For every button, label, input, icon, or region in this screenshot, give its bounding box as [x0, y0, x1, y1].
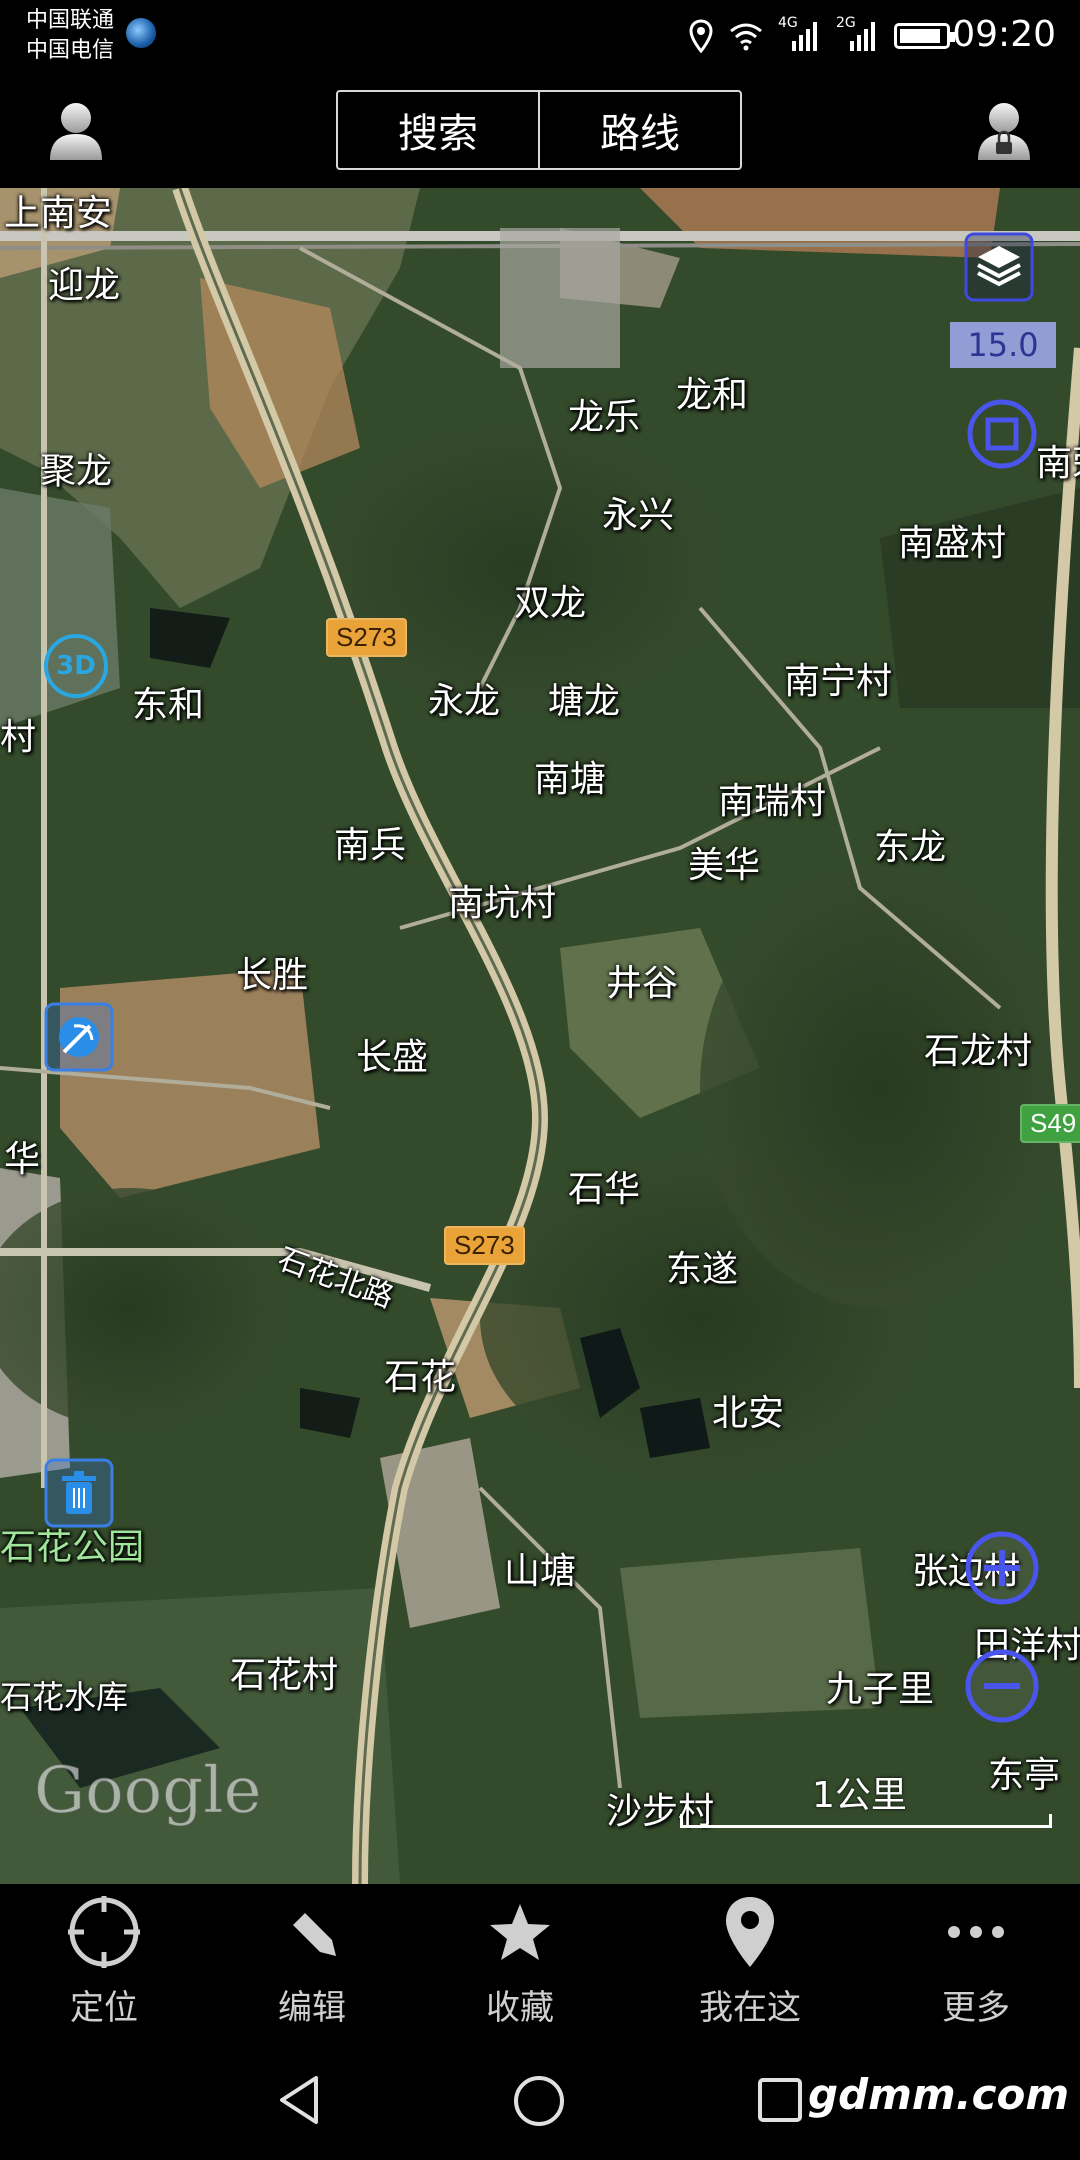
place-label: 东遂 [666, 1249, 739, 1290]
carrier-1: 中国联通 [26, 8, 115, 33]
nav-locate[interactable]: 定位 [44, 1884, 164, 2040]
zoom-out-button[interactable] [964, 1648, 1040, 1724]
measure-area-button[interactable] [966, 398, 1038, 470]
nav-more[interactable]: 更多 [916, 1884, 1036, 2040]
map-pin-icon [726, 1897, 774, 1967]
nav-label: 更多 [942, 1988, 1010, 2028]
star-icon [490, 1904, 550, 1960]
clock: 09:20 [952, 14, 1056, 55]
place-label: 东和 [132, 685, 205, 726]
compass-button[interactable] [44, 1002, 114, 1072]
nav-label: 我在这 [699, 1988, 801, 2028]
satellite-imagery [0, 188, 1080, 1884]
pencil-icon [290, 1910, 336, 1956]
3d-label: 3D [56, 651, 96, 681]
top-bar: 搜索 路线 [0, 72, 1080, 188]
nav-label: 编辑 [278, 1988, 346, 2028]
zoom-level-indicator: 15.0 [950, 322, 1056, 368]
place-label: 美华 [688, 845, 761, 886]
bottom-nav: 定位 编辑 收藏 我在这 更多 [0, 1884, 1080, 2040]
place-label: 石华 [568, 1169, 641, 1210]
place-label: 石花 [384, 1357, 457, 1398]
place-label: 石花水库 [0, 1678, 129, 1716]
place-label: 上南安 [4, 193, 113, 234]
tab-route[interactable]: 路线 [538, 92, 740, 168]
recents-icon[interactable] [756, 2076, 804, 2124]
tab-search[interactable]: 搜索 [338, 92, 538, 168]
road-shield-s49: S49 [1020, 1104, 1080, 1143]
mode-segmented-control: 搜索 路线 [336, 90, 742, 170]
place-label: 山塘 [504, 1551, 577, 1592]
place-label: 南宁村 [784, 661, 893, 702]
more-dots-icon [948, 1926, 1004, 1938]
back-icon[interactable] [276, 2074, 322, 2126]
place-label: 石龙村 [924, 1031, 1033, 1072]
place-label: 聚龙 [40, 451, 113, 492]
place-label: 永龙 [428, 681, 501, 722]
place-label: 井谷 [606, 963, 679, 1004]
map-view[interactable]: 上南安 迎龙 聚龙 龙乐 龙和 永兴 南盛村 双龙 东和 永龙 塘龙 南宁村 南… [0, 188, 1080, 1884]
place-label: 长盛 [356, 1037, 429, 1078]
place-label: 龙和 [676, 375, 749, 416]
nav-edit[interactable]: 编辑 [252, 1884, 372, 2040]
place-label: 永兴 [602, 495, 675, 536]
scale-bar [680, 1814, 1052, 1828]
place-label: 南兵 [334, 825, 407, 866]
nav-i-am-here[interactable]: 我在这 [680, 1884, 820, 2040]
user-avatar-icon[interactable] [44, 98, 108, 162]
place-label: 南瑞村 [718, 781, 827, 822]
place-label: 双龙 [514, 583, 587, 624]
signal-1-icon: 4G [778, 15, 822, 53]
wifi-icon [730, 23, 762, 51]
place-label: 南荣 [1036, 443, 1080, 484]
nav-label: 定位 [70, 1988, 138, 2028]
layers-button[interactable] [964, 232, 1034, 302]
road-shield-s273: S273 [444, 1226, 525, 1265]
place-label: 南塘 [534, 759, 607, 800]
place-label: 塘龙 [548, 681, 621, 722]
user-lock-icon[interactable] [972, 98, 1036, 162]
battery-icon [894, 23, 955, 49]
nav-label: 收藏 [486, 1988, 554, 2028]
nav-favorites[interactable]: 收藏 [460, 1884, 580, 2040]
google-logo: Google [34, 1754, 262, 1829]
zoom-in-button[interactable] [964, 1530, 1040, 1606]
status-bar: 中国联通 中国电信 4G 2G 09:20 [0, 0, 1080, 72]
place-label: 东龙 [874, 827, 947, 868]
watermark-text: gdmm.com [808, 2070, 1070, 2119]
place-label: 东亭 [988, 1755, 1061, 1796]
place-label: 迎龙 [48, 265, 121, 306]
crosshair-icon [68, 1896, 140, 1968]
place-label: 华 [4, 1139, 41, 1180]
road-shield-s273: S273 [326, 618, 407, 657]
status-icons: 4G 2G [688, 15, 955, 56]
globe-icon [126, 18, 156, 48]
place-label: 北安 [712, 1393, 785, 1434]
home-icon[interactable] [512, 2074, 566, 2128]
place-label: 龙乐 [568, 397, 641, 438]
place-label: 村 [0, 717, 37, 758]
place-label: 南盛村 [898, 523, 1007, 564]
place-label: 石花村 [230, 1655, 339, 1696]
location-icon [689, 19, 713, 53]
signal-2-icon: 2G [836, 15, 880, 53]
place-label: 长胜 [236, 955, 309, 996]
place-label: 九子里 [826, 1669, 935, 1710]
carrier-2: 中国电信 [26, 38, 115, 63]
scale-label: 1公里 [812, 1775, 907, 1816]
delete-trash-button[interactable] [44, 1458, 114, 1528]
place-label: 南坑村 [448, 883, 557, 924]
3d-toggle-button[interactable]: 3D [44, 634, 108, 698]
